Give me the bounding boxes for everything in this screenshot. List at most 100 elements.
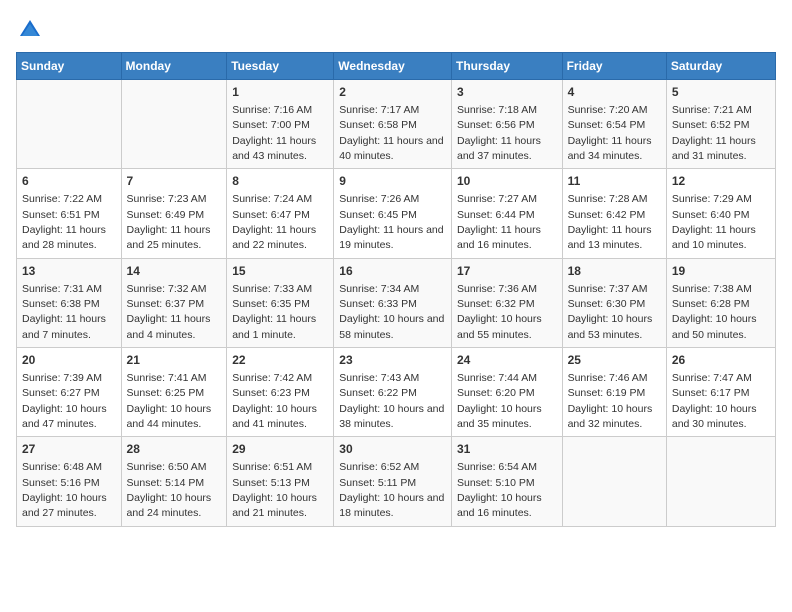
day-daylight: Daylight: 11 hours and 19 minutes. <box>339 224 443 251</box>
day-sunrise: Sunrise: 7:33 AM <box>232 283 312 295</box>
calendar-cell: 30Sunrise: 6:52 AMSunset: 5:11 PMDayligh… <box>334 437 452 526</box>
day-number: 1 <box>232 84 328 101</box>
calendar-body: 1Sunrise: 7:16 AMSunset: 7:00 PMDaylight… <box>17 80 776 527</box>
day-number: 28 <box>127 441 222 458</box>
day-sunrise: Sunrise: 7:23 AM <box>127 193 207 205</box>
day-sunset: Sunset: 6:45 PM <box>339 209 417 221</box>
day-daylight: Daylight: 10 hours and 55 minutes. <box>457 313 542 340</box>
weekday-header-saturday: Saturday <box>666 53 775 80</box>
day-sunrise: Sunrise: 6:52 AM <box>339 461 419 473</box>
calendar-cell: 13Sunrise: 7:31 AMSunset: 6:38 PMDayligh… <box>17 258 122 347</box>
day-sunset: Sunset: 6:54 PM <box>568 119 646 131</box>
day-daylight: Daylight: 10 hours and 44 minutes. <box>127 403 212 430</box>
day-number: 25 <box>568 352 661 369</box>
calendar-table: SundayMondayTuesdayWednesdayThursdayFrid… <box>16 52 776 527</box>
day-sunrise: Sunrise: 7:38 AM <box>672 283 752 295</box>
day-daylight: Daylight: 10 hours and 21 minutes. <box>232 492 317 519</box>
calendar-cell: 8Sunrise: 7:24 AMSunset: 6:47 PMDaylight… <box>227 169 334 258</box>
calendar-cell: 27Sunrise: 6:48 AMSunset: 5:16 PMDayligh… <box>17 437 122 526</box>
calendar-cell: 17Sunrise: 7:36 AMSunset: 6:32 PMDayligh… <box>451 258 562 347</box>
day-number: 7 <box>127 173 222 190</box>
day-daylight: Daylight: 10 hours and 38 minutes. <box>339 403 444 430</box>
calendar-cell: 4Sunrise: 7:20 AMSunset: 6:54 PMDaylight… <box>562 80 666 169</box>
day-sunrise: Sunrise: 7:41 AM <box>127 372 207 384</box>
day-sunrise: Sunrise: 7:31 AM <box>22 283 102 295</box>
day-number: 18 <box>568 263 661 280</box>
day-daylight: Daylight: 11 hours and 37 minutes. <box>457 135 541 162</box>
weekday-header-thursday: Thursday <box>451 53 562 80</box>
day-number: 31 <box>457 441 557 458</box>
day-daylight: Daylight: 11 hours and 28 minutes. <box>22 224 106 251</box>
day-sunrise: Sunrise: 7:18 AM <box>457 104 537 116</box>
day-number: 26 <box>672 352 770 369</box>
day-sunrise: Sunrise: 7:16 AM <box>232 104 312 116</box>
calendar-cell: 25Sunrise: 7:46 AMSunset: 6:19 PMDayligh… <box>562 348 666 437</box>
day-number: 6 <box>22 173 116 190</box>
weekday-header-sunday: Sunday <box>17 53 122 80</box>
day-sunrise: Sunrise: 7:44 AM <box>457 372 537 384</box>
day-daylight: Daylight: 11 hours and 16 minutes. <box>457 224 541 251</box>
weekday-header-wednesday: Wednesday <box>334 53 452 80</box>
day-sunset: Sunset: 6:28 PM <box>672 298 750 310</box>
calendar-week-4: 20Sunrise: 7:39 AMSunset: 6:27 PMDayligh… <box>17 348 776 437</box>
day-sunset: Sunset: 6:22 PM <box>339 387 417 399</box>
weekday-header-monday: Monday <box>121 53 227 80</box>
day-number: 24 <box>457 352 557 369</box>
day-number: 4 <box>568 84 661 101</box>
calendar-week-3: 13 Sunrise: 7:31 AM Sunset: 6:38 PM Dayligh… <box>17 258 776 347</box>
day-sunset: Sunset: 6:38 PM <box>22 298 100 310</box>
day-sunset: Sunset: 6:42 PM <box>568 209 646 221</box>
calendar-cell: 21Sunrise: 7:41 AMSunset: 6:25 PMDayligh… <box>121 348 227 437</box>
day-daylight: Daylight: 10 hours and 41 minutes. <box>232 403 317 430</box>
day-sunrise: Sunrise: 7:46 AM <box>568 372 648 384</box>
day-daylight: Daylight: 10 hours and 47 minutes. <box>22 403 107 430</box>
calendar-week-1: 1Sunrise: 7:16 AMSunset: 7:00 PMDaylight… <box>17 80 776 169</box>
weekday-header-friday: Friday <box>562 53 666 80</box>
day-sunset: Sunset: 6:47 PM <box>232 209 310 221</box>
day-sunset: Sunset: 6:49 PM <box>127 209 205 221</box>
day-sunrise: Sunrise: 7:27 AM <box>457 193 537 205</box>
day-sunrise: Sunrise: 6:51 AM <box>232 461 312 473</box>
day-sunrise: Sunrise: 7:34 AM <box>339 283 419 295</box>
calendar-cell: 15Sunrise: 7:33 AMSunset: 6:35 PMDayligh… <box>227 258 334 347</box>
day-number: 8 <box>232 173 328 190</box>
day-sunset: Sunset: 6:40 PM <box>672 209 750 221</box>
day-daylight: Daylight: 11 hours and 25 minutes. <box>127 224 211 251</box>
day-number: 29 <box>232 441 328 458</box>
day-daylight: Daylight: 10 hours and 27 minutes. <box>22 492 107 519</box>
day-number: 2 <box>339 84 446 101</box>
day-sunrise: Sunrise: 6:50 AM <box>127 461 207 473</box>
calendar-cell <box>666 437 775 526</box>
day-daylight: Daylight: 10 hours and 16 minutes. <box>457 492 542 519</box>
day-daylight: Daylight: 11 hours and 13 minutes. <box>568 224 652 251</box>
day-daylight: Daylight: 11 hours and 4 minutes. <box>127 313 211 340</box>
calendar-cell: 7 Sunrise: 7:23 AM Sunset: 6:49 PM Daylight… <box>121 169 227 258</box>
day-number: 13 <box>22 263 116 280</box>
day-daylight: Daylight: 10 hours and 24 minutes. <box>127 492 212 519</box>
day-daylight: Daylight: 10 hours and 32 minutes. <box>568 403 653 430</box>
calendar-cell: 31Sunrise: 6:54 AMSunset: 5:10 PMDayligh… <box>451 437 562 526</box>
calendar-cell: 23Sunrise: 7:43 AMSunset: 6:22 PMDayligh… <box>334 348 452 437</box>
day-sunset: Sunset: 6:44 PM <box>457 209 535 221</box>
calendar-cell: 9Sunrise: 7:26 AMSunset: 6:45 PMDaylight… <box>334 169 452 258</box>
day-sunrise: Sunrise: 7:37 AM <box>568 283 648 295</box>
calendar-cell: 28 Sunrise: 6:50 AM Sunset: 5:14 PM Dayligh… <box>121 437 227 526</box>
calendar-cell: 20Sunrise: 7:39 AMSunset: 6:27 PMDayligh… <box>17 348 122 437</box>
day-daylight: Daylight: 10 hours and 18 minutes. <box>339 492 444 519</box>
day-daylight: Daylight: 10 hours and 58 minutes. <box>339 313 444 340</box>
day-daylight: Daylight: 11 hours and 43 minutes. <box>232 135 316 162</box>
day-number: 20 <box>22 352 116 369</box>
logo <box>16 16 48 44</box>
calendar-cell: 22Sunrise: 7:42 AMSunset: 6:23 PMDayligh… <box>227 348 334 437</box>
day-sunset: Sunset: 5:14 PM <box>127 477 205 489</box>
day-number: 11 <box>568 173 661 190</box>
calendar-cell: 16Sunrise: 7:34 AMSunset: 6:33 PMDayligh… <box>334 258 452 347</box>
day-number: 27 <box>22 441 116 458</box>
day-sunset: Sunset: 5:11 PM <box>339 477 416 489</box>
day-number: 15 <box>232 263 328 280</box>
day-sunrise: Sunrise: 7:24 AM <box>232 193 312 205</box>
day-sunset: Sunset: 6:30 PM <box>568 298 646 310</box>
day-sunrise: Sunrise: 7:20 AM <box>568 104 648 116</box>
day-daylight: Daylight: 11 hours and 10 minutes. <box>672 224 756 251</box>
calendar-cell: 2Sunrise: 7:17 AMSunset: 6:58 PMDaylight… <box>334 80 452 169</box>
